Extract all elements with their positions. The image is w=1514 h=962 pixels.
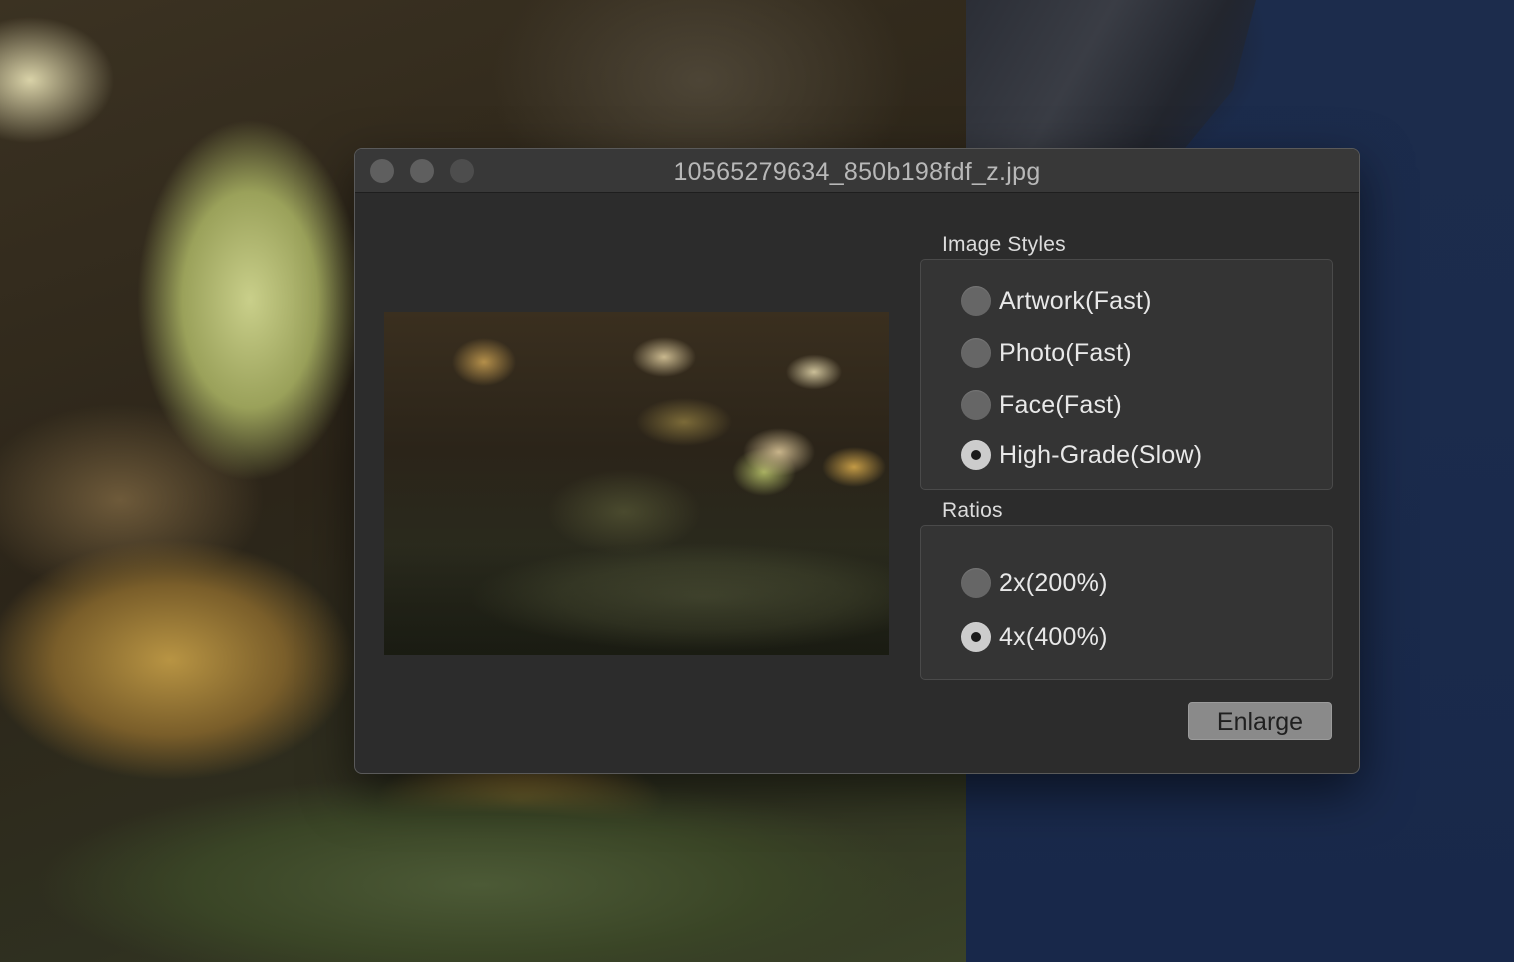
image-preview [384,312,889,655]
radio-label: Artwork(Fast) [999,286,1152,315]
image-styles-group: Artwork(Fast) Photo(Fast) Face(Fast) Hig… [920,259,1333,490]
radio-button[interactable] [961,338,991,368]
radio-label: 2x(200%) [999,568,1108,597]
title-bar[interactable]: 10565279634_850b198fdf_z.jpg [355,149,1359,193]
ratios-label: Ratios [942,499,1003,522]
radio-face[interactable]: Face(Fast) [961,388,1122,422]
radio-high-grade[interactable]: High-Grade(Slow) [961,438,1202,472]
radio-button-selected[interactable] [961,622,991,652]
radio-label: Face(Fast) [999,390,1122,419]
radio-artwork[interactable]: Artwork(Fast) [961,284,1152,318]
radio-label: High-Grade(Slow) [999,440,1203,469]
radio-label: Photo(Fast) [999,338,1132,367]
radio-button-selected[interactable] [961,440,991,470]
radio-photo[interactable]: Photo(Fast) [961,336,1132,370]
radio-button[interactable] [961,568,991,598]
enlarge-button[interactable]: Enlarge [1188,702,1332,740]
radio-button[interactable] [961,390,991,420]
enlarge-window: 10565279634_850b198fdf_z.jpg Image Style… [354,148,1360,774]
image-styles-label: Image Styles [942,233,1066,256]
radio-button[interactable] [961,286,991,316]
window-title: 10565279634_850b198fdf_z.jpg [673,158,1041,186]
radio-4x[interactable]: 4x(400%) [961,620,1108,654]
radio-2x[interactable]: 2x(200%) [961,566,1108,600]
ratios-group: 2x(200%) 4x(400%) [920,525,1333,680]
radio-label: 4x(400%) [999,622,1108,651]
